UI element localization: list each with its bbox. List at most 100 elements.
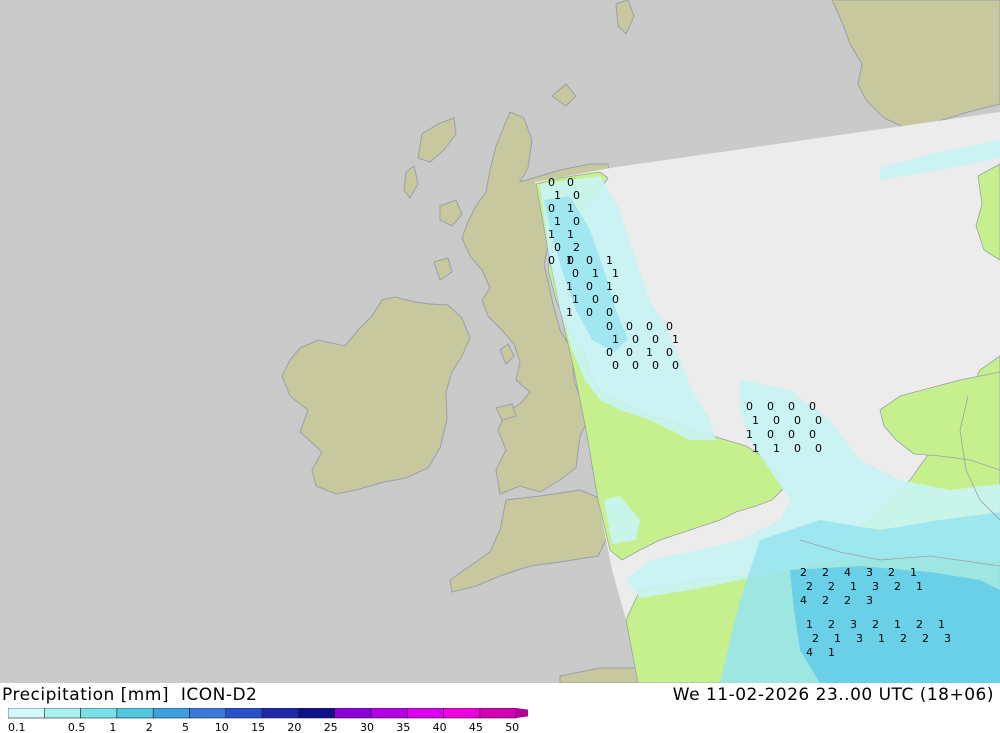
map-title: Precipitation [mm] ICON-D2: [2, 685, 258, 705]
precip-value-label: 2: [822, 566, 829, 579]
scale-box: [370, 708, 408, 719]
precip-value-label: 1: [548, 228, 555, 241]
scale-box: [334, 708, 372, 719]
precip-value-label: 0: [809, 400, 816, 413]
precip-value-label: 0: [548, 254, 555, 267]
precip-value-label: 1: [828, 646, 835, 659]
map-footer: Precipitation [mm] ICON-D2 We 11-02-2026…: [0, 683, 1000, 733]
scale-label: 40: [433, 721, 447, 733]
scale-box: [189, 708, 227, 719]
precip-value-label: 1: [554, 215, 561, 228]
precip-value-label: 1: [752, 442, 759, 455]
color-scale-labels: 0.1 0.5 1 2 5 10 15 20 25 30 35 40 45 50: [8, 721, 519, 733]
precip-value-label: 0: [606, 306, 613, 319]
precip-value-label: 1: [894, 618, 901, 631]
color-scale-legend: 0.1 0.5 1 2 5 10 15 20 25 30 35 40 45 50: [8, 708, 528, 733]
scale-label: 0.5: [68, 721, 86, 733]
scale-label: 30: [360, 721, 374, 733]
precip-value-label: 0: [548, 176, 555, 189]
precip-value-label: 3: [944, 632, 951, 645]
precip-value-label: 3: [866, 594, 873, 607]
precip-value-label: 0: [809, 428, 816, 441]
precip-value-label: 0: [815, 414, 822, 427]
precip-value-label: 0: [652, 333, 659, 346]
precip-value-label: 0: [606, 346, 613, 359]
precip-value-label: 2: [916, 618, 923, 631]
precip-value-label: 0: [586, 306, 593, 319]
precip-value-label: 0: [612, 293, 619, 306]
scale-box: [43, 708, 81, 719]
precip-value-label: 2: [812, 632, 819, 645]
precip-value-label: 3: [866, 566, 873, 579]
precip-value-label: 2: [800, 566, 807, 579]
precip-value-label: 1: [938, 618, 945, 631]
scale-box: [225, 708, 263, 719]
precip-value-label: 1: [592, 267, 599, 280]
precip-value-label: 4: [844, 566, 851, 579]
precip-value-label: 1: [752, 414, 759, 427]
scale-box: [80, 708, 118, 719]
precip-value-label: 1: [916, 580, 923, 593]
precip-value-label: 0: [632, 359, 639, 372]
precip-value-label: 2: [872, 618, 879, 631]
scale-arrow: [516, 708, 528, 718]
scale-label: 2: [146, 721, 153, 733]
scale-label: 45: [469, 721, 483, 733]
precip-value-label: 2: [922, 632, 929, 645]
precip-value-label: 1: [606, 254, 613, 267]
scale-box: [116, 708, 154, 719]
scale-box: [298, 708, 335, 719]
color-scale-boxes: [8, 708, 528, 719]
precip-value-label: 3: [856, 632, 863, 645]
scale-label: 10: [215, 721, 229, 733]
precip-value-label: 1: [646, 346, 653, 359]
scale-label: 50: [505, 721, 519, 733]
scale-box: [261, 708, 299, 719]
scale-box: [406, 708, 444, 719]
precip-value-label: 0: [746, 400, 753, 413]
precip-value-label: 1: [806, 618, 813, 631]
precip-value-label: 4: [800, 594, 807, 607]
precip-value-label: 0: [548, 202, 555, 215]
precip-value-label: 2: [894, 580, 901, 593]
precip-value-label: 1: [910, 566, 917, 579]
precip-value-label: 1: [746, 428, 753, 441]
precip-value-label: 2: [844, 594, 851, 607]
scale-label: 1: [109, 721, 116, 733]
precip-value-label: 0: [794, 414, 801, 427]
scale-label: 15: [251, 721, 265, 733]
precip-value-label: 1: [834, 632, 841, 645]
scale-label: 0.1: [8, 721, 26, 733]
precip-value-label: 0: [652, 359, 659, 372]
precip-value-label: 1: [566, 280, 573, 293]
scale-box: [443, 708, 481, 719]
scale-label: 20: [287, 721, 301, 733]
precip-value-label: 0: [672, 359, 679, 372]
precip-value-label: 2: [888, 566, 895, 579]
precip-value-label: 0: [788, 428, 795, 441]
precip-value-label: 0: [586, 280, 593, 293]
precip-value-label: 2: [828, 580, 835, 593]
precip-value-label: 1: [878, 632, 885, 645]
precip-value-label: 1: [566, 254, 573, 267]
scale-box: [152, 708, 190, 719]
precip-value-label: 1: [612, 267, 619, 280]
scale-box: [479, 708, 517, 719]
precip-value-label: 0: [567, 176, 574, 189]
precip-value-label: 0: [586, 254, 593, 267]
precip-value-label: 2: [573, 241, 580, 254]
precip-value-label: 2: [828, 618, 835, 631]
precip-value-label: 0: [612, 359, 619, 372]
scale-box: [8, 708, 45, 719]
precip-value-label: 0: [666, 346, 673, 359]
precip-value-label: 1: [567, 228, 574, 241]
precip-value-label: 0: [767, 428, 774, 441]
precip-value-label: 0: [592, 293, 599, 306]
scale-label: 25: [324, 721, 338, 733]
precip-value-label: 1: [554, 189, 561, 202]
precipitation-map: 0 01 00 11 01 10 20 01 0 10 1 11 0 11 0 01 0 00 0 0 01 0 0 10 0 1…: [0, 0, 1000, 683]
precip-value-label: 0: [666, 320, 673, 333]
precip-value-label: 1: [566, 306, 573, 319]
precip-value-label: 0: [573, 189, 580, 202]
precip-value-label: 2: [822, 594, 829, 607]
